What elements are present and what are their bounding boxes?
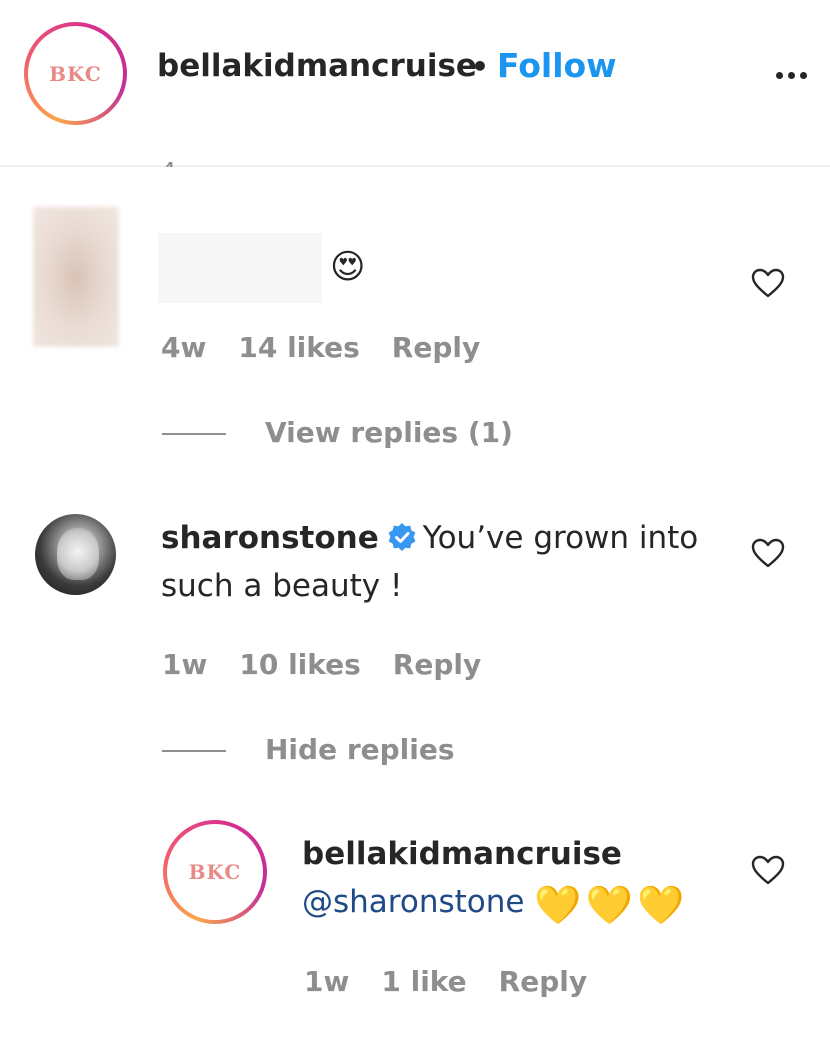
like-heart-icon[interactable] bbox=[751, 268, 785, 298]
reply-button[interactable]: Reply bbox=[499, 965, 587, 998]
reply-button[interactable]: Reply bbox=[393, 648, 481, 681]
reply-time: 1w bbox=[304, 965, 350, 998]
verified-badge-icon bbox=[388, 523, 416, 551]
reply-likes[interactable]: 1 like bbox=[381, 965, 466, 998]
previous-comment-time: 4w bbox=[160, 153, 198, 167]
reply-username[interactable]: bellakidmancruise bbox=[302, 836, 622, 872]
reply-account-logo-text: BKC bbox=[188, 860, 242, 884]
commenter-avatar[interactable] bbox=[33, 207, 119, 347]
heart-eyes-emoji: 😍 bbox=[330, 247, 366, 287]
sharonstone-avatar[interactable] bbox=[35, 514, 116, 595]
hide-replies-button[interactable]: Hide replies bbox=[265, 733, 455, 766]
follow-button[interactable]: Follow bbox=[497, 46, 617, 85]
like-heart-icon[interactable] bbox=[751, 855, 785, 885]
comment-time: 1w bbox=[162, 648, 208, 681]
yellow-hearts-emoji: 💛💛💛 bbox=[534, 883, 689, 927]
post-header: BKC bellakidmancruise • Follow bbox=[0, 0, 830, 167]
comment-meta: 4w 14 likes Reply bbox=[161, 331, 480, 364]
blurred-comment-text bbox=[158, 233, 322, 303]
separator-dot: • bbox=[471, 50, 489, 83]
reply-account-avatar[interactable]: BKC bbox=[163, 820, 267, 924]
comment-time: 4w bbox=[161, 331, 207, 364]
comment-meta: 1w 10 likes Reply bbox=[162, 648, 481, 681]
mention-link[interactable]: @sharonstone bbox=[302, 884, 524, 920]
more-options-icon[interactable] bbox=[776, 72, 807, 79]
comment-likes[interactable]: 10 likes bbox=[239, 648, 360, 681]
reply-meta: 1w 1 like Reply bbox=[304, 965, 587, 998]
comment-likes[interactable]: 14 likes bbox=[238, 331, 359, 364]
comment-username[interactable]: sharonstone bbox=[161, 520, 379, 556]
account-logo-text: BKC bbox=[49, 61, 102, 86]
reply-body: bellakidmancruise @sharonstone 💛💛💛 bbox=[302, 830, 732, 926]
account-avatar[interactable]: BKC bbox=[24, 22, 127, 125]
replies-divider bbox=[162, 750, 226, 752]
comment-body: sharonstone You’ve grown into such a bea… bbox=[161, 514, 731, 610]
reply-button[interactable]: Reply bbox=[392, 331, 480, 364]
account-username[interactable]: bellakidmancruise bbox=[157, 48, 477, 84]
like-heart-icon[interactable] bbox=[751, 538, 785, 568]
replies-divider bbox=[162, 433, 226, 435]
view-replies-button[interactable]: View replies (1) bbox=[265, 416, 513, 449]
